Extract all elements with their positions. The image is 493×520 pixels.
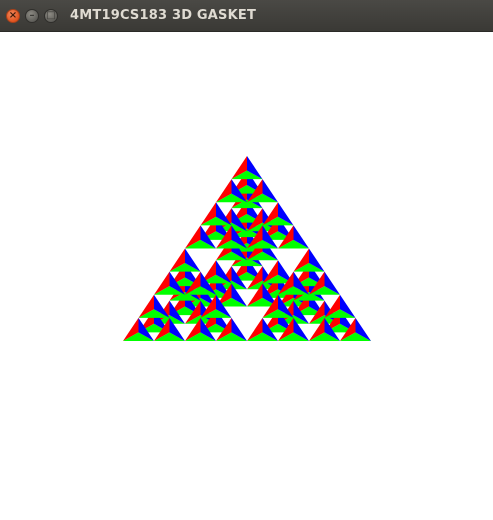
maximize-icon: □ [46, 10, 56, 21]
minimize-icon: – [29, 10, 35, 21]
sierpinski-gasket [123, 156, 371, 341]
maximize-button[interactable]: □ [44, 9, 58, 23]
title-bar[interactable]: × – □ 4MT19CS183 3D GASKET [0, 0, 493, 32]
render-canvas [0, 32, 493, 520]
minimize-button[interactable]: – [25, 9, 39, 23]
close-icon: × [8, 10, 18, 21]
app-window: × – □ 4MT19CS183 3D GASKET [0, 0, 493, 520]
close-button[interactable]: × [6, 9, 20, 23]
window-title: 4MT19CS183 3D GASKET [70, 8, 257, 23]
window-controls: × – □ [6, 9, 58, 23]
